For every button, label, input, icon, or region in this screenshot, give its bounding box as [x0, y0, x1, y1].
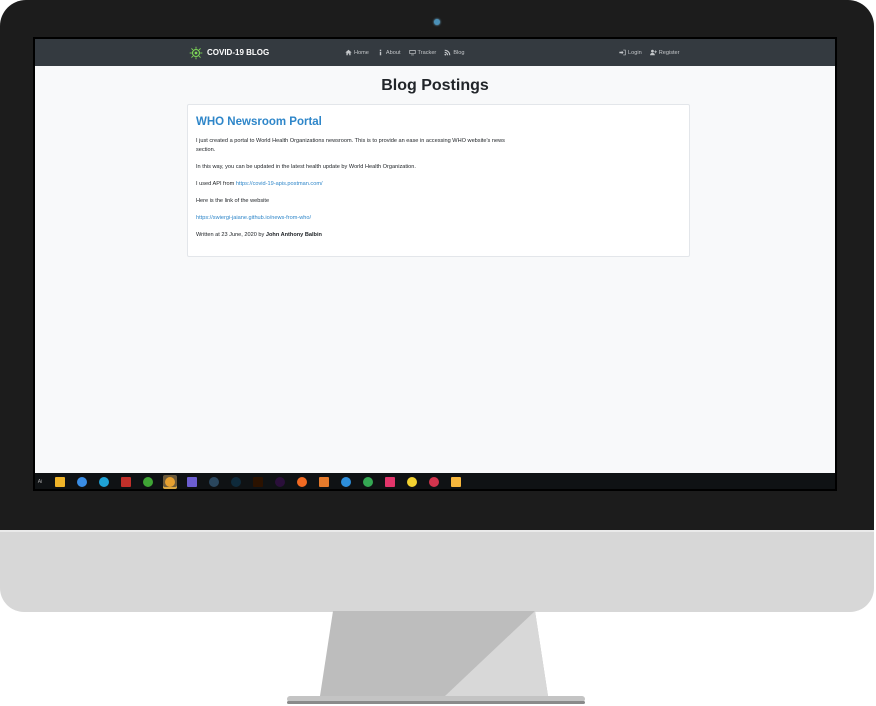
photos-icon-glyph — [319, 477, 329, 487]
photoshop-icon-glyph — [231, 477, 241, 487]
music-icon[interactable] — [383, 475, 397, 489]
nav-home-label: Home — [354, 49, 369, 56]
written-prefix: Written at 23 June, 2020 by — [196, 232, 265, 238]
photos-icon[interactable] — [317, 475, 331, 489]
sketch-icon[interactable] — [449, 475, 463, 489]
nav-tracker[interactable]: Tracker — [408, 49, 437, 56]
blog-icon — [444, 49, 451, 56]
premiere-icon-glyph — [275, 477, 285, 487]
user-plus-icon — [649, 49, 657, 56]
post-paragraph: Here is the link of the website — [196, 198, 270, 204]
post-paragraph: I just created a portal to World Health … — [196, 138, 505, 153]
music-icon-glyph — [385, 477, 395, 487]
steam-icon[interactable] — [207, 475, 221, 489]
author-name: John Anthony Balbin — [265, 232, 322, 238]
illustrator-icon-glyph — [253, 477, 263, 487]
steam-icon-glyph — [209, 477, 219, 487]
chrome-icon[interactable] — [163, 475, 177, 489]
web-page: COVID-19 BLOG Home About Tracker Blog Lo… — [35, 39, 835, 473]
post-byline: Written at 23 June, 2020 by John Anthony… — [196, 231, 514, 240]
info-icon — [379, 49, 382, 56]
chrome-icon-glyph — [165, 477, 175, 487]
website-link[interactable]: https://swiergi-jaiane.github.io/news-fr… — [196, 215, 311, 221]
auth-links: Login Register — [619, 39, 680, 66]
virus-icon — [189, 46, 203, 59]
home-icon — [345, 49, 352, 56]
chrome-alt-icon[interactable] — [361, 475, 375, 489]
nav-register-label: Register — [658, 49, 680, 56]
blog-post-card: WHO Newsroom Portal I just created a por… — [187, 104, 690, 257]
post-api-line: I used API from https://covid-19-apis.po… — [196, 180, 514, 189]
monitor-icon — [408, 50, 416, 56]
windows-taskbar: Ai — [35, 473, 835, 489]
xbox-icon[interactable] — [141, 475, 155, 489]
brand-link[interactable]: COVID-19 BLOG — [189, 44, 269, 61]
illustrator-icon[interactable] — [251, 475, 265, 489]
monitor-screen: COVID-19 BLOG Home About Tracker Blog Lo… — [33, 37, 837, 491]
taskbar-search[interactable]: Ai — [35, 473, 45, 489]
chrome-alt-icon-glyph — [363, 477, 373, 487]
media-player-icon[interactable] — [185, 475, 199, 489]
xbox-icon-glyph — [143, 477, 153, 487]
nav-links: Home About Tracker Blog — [345, 39, 465, 66]
nav-about[interactable]: About — [377, 49, 401, 56]
nav-home[interactable]: Home — [345, 49, 369, 56]
premiere-icon[interactable] — [273, 475, 287, 489]
file-explorer-icon[interactable] — [53, 475, 67, 489]
api-link[interactable]: https://covid-19-apis.postman.com/ — [236, 181, 323, 187]
nav-about-label: About — [385, 49, 401, 56]
nav-tracker-label: Tracker — [417, 49, 437, 56]
edge-icon[interactable] — [97, 475, 111, 489]
nav-blog-label: Blog — [453, 49, 465, 56]
nav-login[interactable]: Login — [619, 49, 642, 56]
post-paragraph: In this way, you can be updated in the l… — [196, 164, 416, 170]
api-prefix: I used API from — [196, 181, 235, 187]
vscode-icon[interactable] — [339, 475, 353, 489]
monitor-stand — [287, 611, 585, 704]
edge-icon-glyph — [99, 477, 109, 487]
firefox-icon[interactable] — [295, 475, 309, 489]
media-player-icon-glyph — [187, 477, 197, 487]
firefox-icon-glyph — [297, 477, 307, 487]
mail-icon-glyph — [77, 477, 87, 487]
vscode-icon-glyph — [341, 477, 351, 487]
mail-icon[interactable] — [75, 475, 89, 489]
webcam-dot — [434, 19, 440, 25]
snip-tool-icon[interactable] — [427, 475, 441, 489]
post-title-link[interactable]: WHO Newsroom Portal — [196, 116, 322, 128]
car-game-icon[interactable] — [119, 475, 133, 489]
sticky-notes-icon-glyph — [407, 477, 417, 487]
page-title: Blog Postings — [381, 77, 489, 94]
navbar: COVID-19 BLOG Home About Tracker Blog Lo… — [35, 39, 835, 66]
car-game-icon-glyph — [121, 477, 131, 487]
monitor-chin — [0, 530, 874, 612]
snip-tool-icon-glyph — [429, 477, 439, 487]
nav-register[interactable]: Register — [649, 49, 680, 56]
brand-name: COVID-19 BLOG — [207, 48, 270, 57]
sketch-icon-glyph — [451, 477, 461, 487]
taskbar-apps — [53, 475, 463, 489]
sign-in-icon — [619, 49, 626, 56]
file-explorer-icon-glyph — [55, 477, 65, 487]
nav-blog[interactable]: Blog — [444, 49, 465, 56]
monitor-mockup: COVID-19 BLOG Home About Tracker Blog Lo… — [0, 0, 876, 706]
sticky-notes-icon[interactable] — [405, 475, 419, 489]
nav-login-label: Login — [628, 49, 642, 56]
post-website-line: https://swiergi-jaiane.github.io/news-fr… — [196, 214, 514, 223]
photoshop-icon[interactable] — [229, 475, 243, 489]
